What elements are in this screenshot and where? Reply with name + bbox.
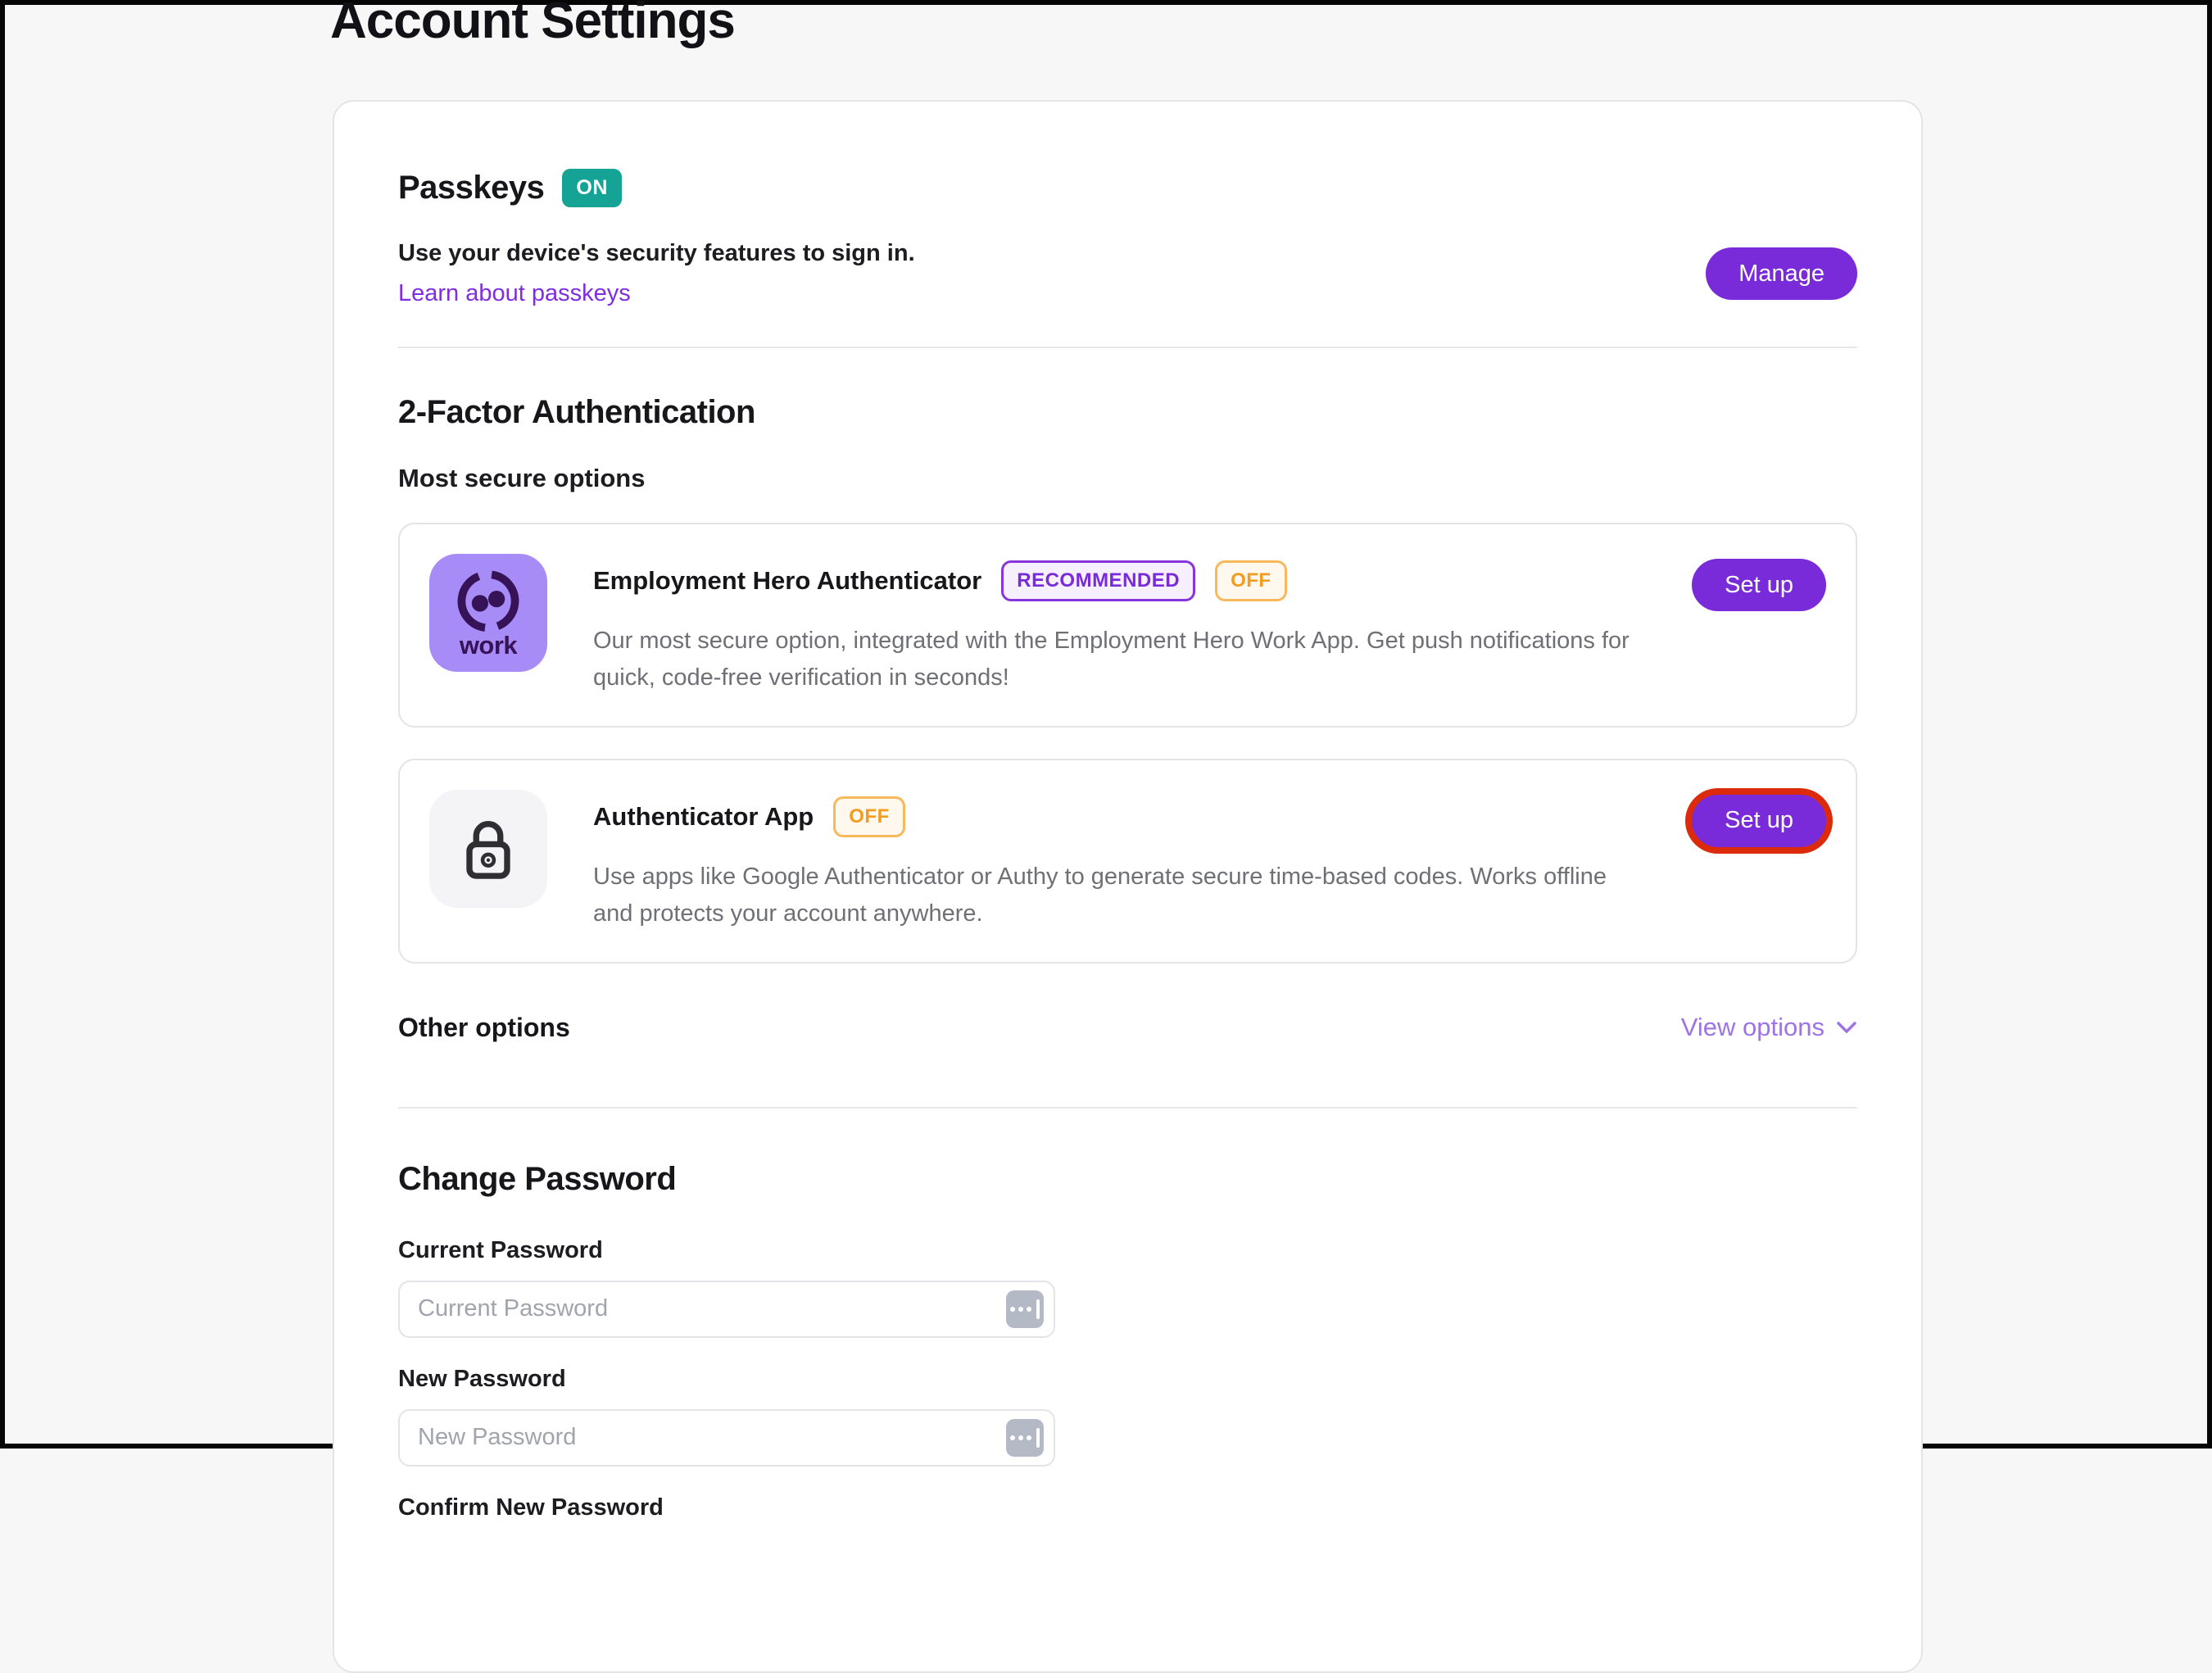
padlock-glyph-icon (451, 811, 526, 886)
work-app-icon: work (429, 554, 547, 672)
account-settings-panel: Passkeys ON Use your device's security f… (333, 100, 1923, 1673)
passkeys-section: Passkeys ON Use your device's security f… (398, 169, 1857, 348)
authenticator-app-title: Authenticator App (593, 802, 814, 832)
most-secure-options-heading: Most secure options (398, 464, 1857, 493)
eh-authenticator-setup-button[interactable]: Set up (1692, 559, 1826, 611)
new-password-input[interactable] (398, 1409, 1055, 1467)
new-password-label: New Password (398, 1366, 1857, 1393)
confirm-new-password-label: Confirm New Password (398, 1494, 1857, 1521)
manage-passkeys-button[interactable]: Manage (1706, 247, 1857, 300)
current-password-input[interactable] (398, 1281, 1055, 1338)
passkeys-status-badge: ON (562, 169, 622, 207)
chevron-down-icon (1836, 1021, 1857, 1034)
page-title: Account Settings (330, 0, 735, 50)
view-options-link[interactable]: View options (1681, 1013, 1857, 1042)
authenticator-app-off-badge: OFF (833, 796, 905, 837)
passkeys-description: Use your device's security features to s… (398, 240, 915, 267)
lock-icon (429, 790, 547, 908)
password-autofill-icon[interactable] (1006, 1419, 1044, 1457)
section-divider (398, 347, 1857, 348)
password-autofill-icon[interactable] (1006, 1290, 1044, 1328)
authenticator-app-setup-button[interactable]: Set up (1692, 795, 1826, 847)
eh-authenticator-title: Employment Hero Authenticator (593, 566, 981, 596)
option-card-eh-authenticator: work Employment Hero Authenticator RECOM… (398, 523, 1857, 728)
other-options-heading: Other options (398, 1013, 570, 1043)
view-options-label: View options (1681, 1013, 1824, 1042)
passkeys-heading: Passkeys (398, 170, 544, 206)
current-password-label: Current Password (398, 1237, 1857, 1264)
option-card-authenticator-app: Authenticator App OFF Use apps like Goog… (398, 759, 1857, 963)
learn-about-passkeys-link[interactable]: Learn about passkeys (398, 280, 631, 307)
recommended-badge: RECOMMENDED (1001, 560, 1195, 601)
section-divider (398, 1107, 1857, 1109)
change-password-section: Change Password Current Password New Pas… (398, 1161, 1857, 1521)
work-icon-label: work (460, 631, 517, 660)
eh-authenticator-off-badge: OFF (1215, 560, 1287, 601)
two-factor-section: 2-Factor Authentication Most secure opti… (398, 394, 1857, 1109)
eh-authenticator-description: Our most secure option, integrated with … (593, 623, 1650, 696)
change-password-heading: Change Password (398, 1161, 1857, 1198)
authenticator-app-description: Use apps like Google Authenticator or Au… (593, 859, 1650, 932)
employment-hero-logo-icon (452, 565, 524, 634)
two-factor-heading: 2-Factor Authentication (398, 394, 1857, 431)
